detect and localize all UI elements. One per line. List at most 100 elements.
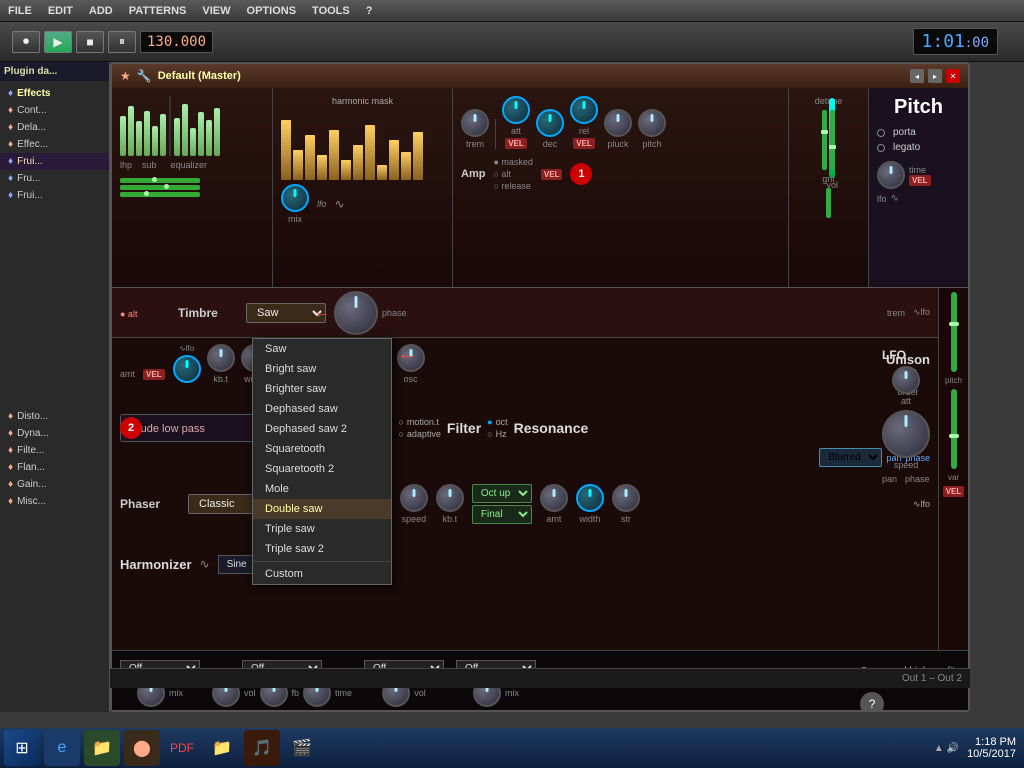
lfo-knob2[interactable] bbox=[173, 355, 201, 383]
pitch-time-knob[interactable] bbox=[877, 161, 905, 189]
slider-6[interactable] bbox=[160, 114, 166, 156]
dd-triple-saw[interactable]: Triple saw bbox=[253, 519, 391, 539]
fl-icon[interactable]: 🎵 bbox=[244, 730, 280, 766]
slider-9[interactable] bbox=[190, 128, 196, 156]
h-slider-1[interactable] bbox=[120, 178, 200, 183]
record-btn[interactable]: ⏺ bbox=[12, 31, 40, 53]
phaser-str-knob[interactable] bbox=[612, 484, 640, 512]
dd-custom[interactable]: Custom bbox=[253, 564, 391, 584]
menu-view[interactable]: VIEW bbox=[202, 5, 230, 17]
bpm-display[interactable]: 130.000 bbox=[140, 31, 213, 53]
grit-slider[interactable] bbox=[826, 188, 831, 218]
final-dropdown[interactable]: Final bbox=[472, 505, 532, 524]
slider-12[interactable] bbox=[214, 108, 220, 156]
sidebar-item-frui1[interactable]: ♦ Frui... bbox=[0, 153, 109, 170]
legato-option[interactable]: legato bbox=[877, 142, 960, 153]
h-bar-10[interactable] bbox=[389, 140, 399, 180]
menu-help[interactable]: ? bbox=[366, 5, 373, 17]
menu-tools[interactable]: TOOLS bbox=[312, 5, 350, 17]
sidebar-item-misc[interactable]: ♦ Misc... bbox=[0, 493, 109, 510]
att-knob[interactable] bbox=[502, 96, 530, 124]
pluck-knob[interactable] bbox=[604, 109, 632, 137]
menu-options[interactable]: OPTIONS bbox=[247, 5, 297, 17]
adaptive-option[interactable]: ○ adaptive bbox=[398, 429, 440, 439]
oct-up-dropdown[interactable]: Oct up bbox=[472, 484, 532, 503]
dd-brighter-saw[interactable]: Brighter saw bbox=[253, 379, 391, 399]
h-bar-5[interactable] bbox=[329, 130, 339, 180]
help-btn[interactable]: ? bbox=[860, 692, 884, 711]
res-oct-option[interactable]: ● oct bbox=[487, 417, 507, 427]
motion-t-option[interactable]: ○ motion.t bbox=[398, 417, 440, 427]
dd-double-saw[interactable]: Double saw bbox=[253, 499, 391, 519]
h-bar-1[interactable] bbox=[281, 120, 291, 180]
dd-saw[interactable]: Saw bbox=[253, 339, 391, 359]
h-slider-3[interactable] bbox=[120, 192, 200, 197]
sidebar-item-filte[interactable]: ♦ Filte... bbox=[0, 442, 109, 459]
stop-btn[interactable]: ■ bbox=[76, 31, 104, 53]
chrome-icon[interactable]: ⬤ bbox=[124, 730, 160, 766]
slider-1[interactable] bbox=[120, 116, 126, 156]
slider-11[interactable] bbox=[206, 120, 212, 156]
dd-mole[interactable]: Mole bbox=[253, 479, 391, 499]
slider-8[interactable] bbox=[182, 104, 188, 156]
detune-slider-2[interactable] bbox=[830, 110, 835, 170]
dd-dephased-saw[interactable]: Dephased saw bbox=[253, 399, 391, 419]
pitch-slider[interactable] bbox=[951, 292, 957, 372]
detune-slider-1[interactable] bbox=[822, 110, 827, 170]
sidebar-item-dyna[interactable]: ♦ Dyna... bbox=[0, 425, 109, 442]
h-bar-11[interactable] bbox=[401, 152, 411, 180]
start-button[interactable]: ⊞ bbox=[4, 730, 40, 766]
dd-dephased-saw2[interactable]: Dephased saw 2 bbox=[253, 419, 391, 439]
slider-4[interactable] bbox=[144, 111, 150, 156]
h-bar-9[interactable] bbox=[377, 165, 387, 180]
blurred-dropdown[interactable]: Blurred bbox=[819, 448, 882, 467]
minimize-btn[interactable]: ◂ bbox=[910, 69, 924, 83]
sidebar-item-fru2[interactable]: ♦ Fru... bbox=[0, 170, 109, 187]
ie-icon[interactable]: e bbox=[44, 730, 80, 766]
slider-3[interactable] bbox=[136, 121, 142, 156]
dd-squaretooth[interactable]: Squaretooth bbox=[253, 439, 391, 459]
sidebar-item-cont[interactable]: ♦ Cont... bbox=[0, 102, 109, 119]
rel-knob[interactable] bbox=[570, 96, 598, 124]
phase-knob[interactable] bbox=[334, 291, 378, 335]
slider-5[interactable] bbox=[152, 126, 158, 156]
sidebar-item-effects[interactable]: ♦ Effects bbox=[0, 85, 109, 102]
folder2-icon[interactable]: 📁 bbox=[204, 730, 240, 766]
menu-edit[interactable]: EDIT bbox=[48, 5, 73, 17]
phaser-kbt-knob[interactable] bbox=[436, 484, 464, 512]
explorer-icon[interactable]: 📁 bbox=[84, 730, 120, 766]
maximize-btn[interactable]: ▸ bbox=[928, 69, 942, 83]
dd-bright-saw[interactable]: Bright saw bbox=[253, 359, 391, 379]
video-icon[interactable]: 🎬 bbox=[284, 730, 320, 766]
pitch-knob[interactable] bbox=[638, 109, 666, 137]
h-bar-8[interactable] bbox=[365, 125, 375, 180]
sidebar-item-effec[interactable]: ♦ Effec... bbox=[0, 136, 109, 153]
sidebar-item-delay[interactable]: ♦ Dela... bbox=[0, 119, 109, 136]
var-slider[interactable] bbox=[951, 389, 957, 469]
dd-squaretooth2[interactable]: Squaretooth 2 bbox=[253, 459, 391, 479]
sidebar-item-gain[interactable]: ♦ Gain... bbox=[0, 476, 109, 493]
play-btn[interactable]: ▶ bbox=[44, 31, 72, 53]
phaser-speed-knob[interactable] bbox=[400, 484, 428, 512]
kb-t-knob[interactable] bbox=[207, 344, 235, 372]
sidebar-item-flan[interactable]: ♦ Flan... bbox=[0, 459, 109, 476]
pdf-icon[interactable]: PDF bbox=[164, 730, 200, 766]
h-slider-2[interactable] bbox=[120, 185, 200, 190]
h-bar-6[interactable] bbox=[341, 160, 351, 180]
h-bar-3[interactable] bbox=[305, 135, 315, 180]
h-bar-4[interactable] bbox=[317, 155, 327, 180]
slider-10[interactable] bbox=[198, 112, 204, 156]
dec-knob[interactable] bbox=[536, 109, 564, 137]
res-hz-option[interactable]: ○ Hz bbox=[487, 429, 507, 439]
close-btn[interactable]: ✕ bbox=[946, 69, 960, 83]
menu-file[interactable]: FILE bbox=[8, 5, 32, 17]
h-bar-12[interactable] bbox=[413, 132, 423, 180]
sidebar-item-disto[interactable]: ♦ Disto... bbox=[0, 408, 109, 425]
sidebar-item-frui3[interactable]: ♦ Frui... bbox=[0, 187, 109, 204]
h-bar-7[interactable] bbox=[353, 145, 363, 180]
mix-knob[interactable] bbox=[281, 184, 309, 212]
lfo-att-knob[interactable] bbox=[892, 366, 920, 394]
menu-add[interactable]: ADD bbox=[89, 5, 113, 17]
trem-knob[interactable] bbox=[461, 109, 489, 137]
lfo-speed-knob[interactable] bbox=[882, 410, 930, 458]
